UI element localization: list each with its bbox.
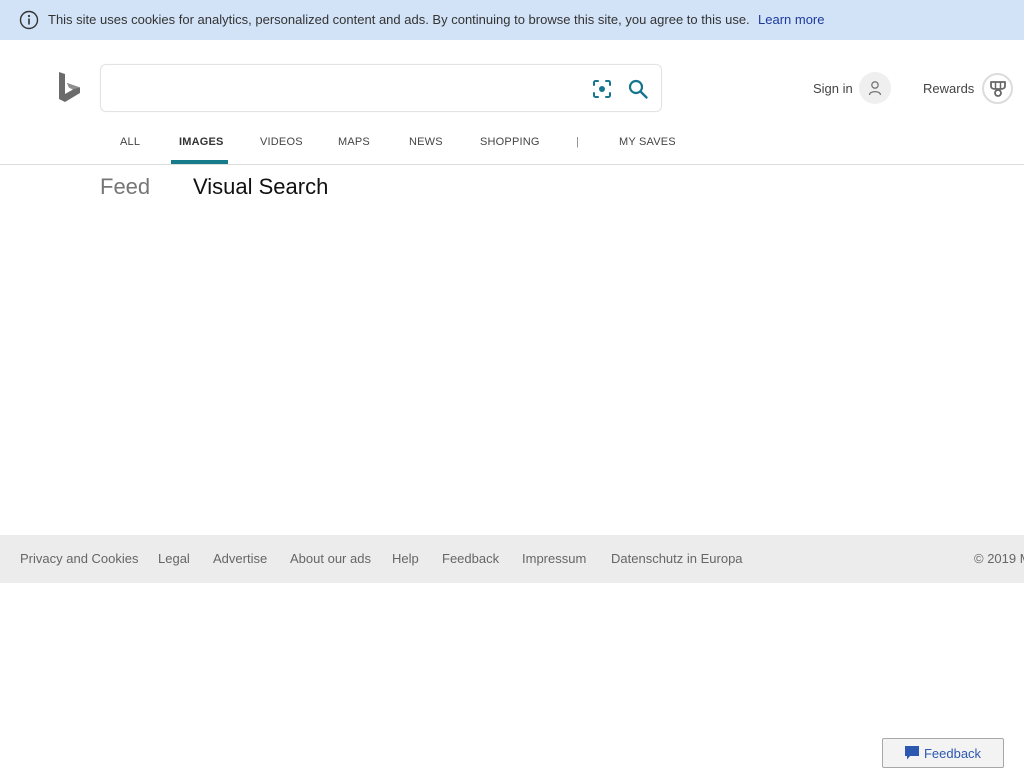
subtab-visual-search[interactable]: Visual Search bbox=[193, 174, 328, 200]
search-icon[interactable] bbox=[627, 78, 649, 100]
feedback-button[interactable]: Feedback bbox=[882, 738, 1004, 768]
tab-maps[interactable]: MAPS bbox=[338, 136, 370, 148]
subtab-feed[interactable]: Feed bbox=[100, 174, 150, 200]
tab-images[interactable]: IMAGES bbox=[179, 136, 224, 148]
scope-nav: ALL IMAGES VIDEOS MAPS NEWS SHOPPING | M… bbox=[0, 128, 1024, 165]
footer-link-datenschutz[interactable]: Datenschutz in Europa bbox=[611, 551, 743, 566]
sign-in-link[interactable]: Sign in bbox=[813, 81, 853, 96]
feedback-button-label: Feedback bbox=[923, 745, 982, 761]
footer-link-legal[interactable]: Legal bbox=[158, 551, 190, 566]
footer-link-about-ads[interactable]: About our ads bbox=[290, 551, 371, 566]
user-icon bbox=[868, 81, 882, 96]
footer: Privacy and Cookies Legal Advertise Abou… bbox=[0, 535, 1024, 583]
trophy-medal-icon bbox=[989, 80, 1006, 97]
cookie-message: This site uses cookies for analytics, pe… bbox=[48, 12, 750, 27]
active-tab-indicator bbox=[171, 160, 228, 164]
cookie-banner: This site uses cookies for analytics, pe… bbox=[0, 0, 1024, 40]
search-input[interactable] bbox=[115, 75, 575, 101]
info-icon bbox=[19, 10, 39, 30]
feedback-bubble-icon bbox=[904, 746, 919, 760]
footer-link-advertise[interactable]: Advertise bbox=[213, 551, 267, 566]
bing-logo[interactable] bbox=[58, 72, 82, 104]
visual-search-icon[interactable] bbox=[591, 78, 613, 100]
footer-link-feedback[interactable]: Feedback bbox=[442, 551, 499, 566]
avatar[interactable] bbox=[859, 72, 891, 104]
tab-videos[interactable]: VIDEOS bbox=[260, 136, 303, 148]
nav-separator: | bbox=[576, 136, 579, 148]
rewards-badge[interactable] bbox=[982, 73, 1013, 104]
learn-more-link[interactable]: Learn more bbox=[758, 12, 824, 27]
tab-all[interactable]: ALL bbox=[120, 136, 140, 148]
footer-link-impressum[interactable]: Impressum bbox=[522, 551, 586, 566]
tab-shopping[interactable]: SHOPPING bbox=[480, 136, 540, 148]
search-box bbox=[100, 64, 662, 112]
copyright: © 2019 M bbox=[974, 551, 1024, 566]
tab-news[interactable]: NEWS bbox=[409, 136, 443, 148]
footer-link-privacy[interactable]: Privacy and Cookies bbox=[20, 551, 139, 566]
footer-link-help[interactable]: Help bbox=[392, 551, 419, 566]
rewards-link[interactable]: Rewards bbox=[923, 81, 974, 96]
tab-my-saves[interactable]: MY SAVES bbox=[619, 136, 676, 148]
